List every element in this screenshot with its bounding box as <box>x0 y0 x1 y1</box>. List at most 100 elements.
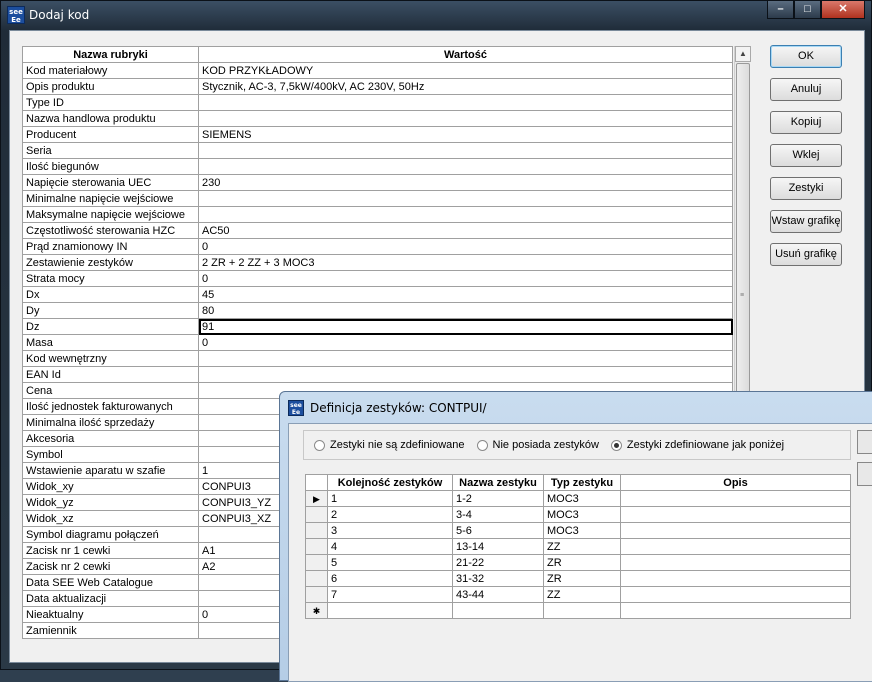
field-value[interactable] <box>198 350 733 367</box>
field-value[interactable] <box>198 142 733 159</box>
grid-row[interactable]: Minimalne napięcie wejściowe <box>22 190 733 207</box>
grid-row[interactable]: Prąd znamionowy IN 0 <box>22 238 733 255</box>
grid-row[interactable]: Ilość biegunów <box>22 158 733 175</box>
contact-order[interactable]: 1 <box>327 490 453 507</box>
row-indicator[interactable] <box>305 522 328 539</box>
contact-row[interactable]: 5 21-22 ZR <box>305 554 851 571</box>
grid-row[interactable]: Maksymalne napięcie wejściowe <box>22 206 733 223</box>
radio-not-defined[interactable]: Zestyki nie są zdefiniowane <box>314 439 465 451</box>
grid-row[interactable]: Kod materiałowy KOD PRZYKŁADOWY <box>22 62 733 79</box>
field-value[interactable]: 0 <box>198 334 733 351</box>
contact-description[interactable] <box>620 586 851 603</box>
contact-type[interactable]: MOC3 <box>543 522 621 539</box>
radio-defined-below[interactable]: Zestyki zdefiniowane jak poniżej <box>610 439 784 451</box>
contact-name[interactable]: 31-32 <box>452 570 544 587</box>
grid-row[interactable]: Opis produktu Stycznik, AC-3, 7,5kW/400kV… <box>22 78 733 95</box>
radio-no-contacts-dot[interactable] <box>476 439 488 451</box>
new-row-cell[interactable] <box>327 602 453 619</box>
contact-row[interactable]: 2 3-4 MOC3 <box>305 506 851 523</box>
new-row-cell[interactable] <box>543 602 621 619</box>
grid-row[interactable]: Producent SIEMENS <box>22 126 733 143</box>
current-row-icon[interactable]: ▶ <box>305 490 328 507</box>
contacts-button[interactable]: Zestyki <box>770 177 842 200</box>
header-contact-order[interactable]: Kolejność zestyków <box>327 474 453 491</box>
grid-row[interactable]: Type ID <box>22 94 733 111</box>
title-bar[interactable]: see Ee Dodaj kod – □ ✕ <box>1 1 871 29</box>
field-value[interactable]: 230 <box>198 174 733 191</box>
contact-type[interactable]: ZZ <box>543 586 621 603</box>
maximize-icon[interactable]: □ <box>794 1 821 19</box>
contact-description[interactable] <box>620 554 851 571</box>
field-value[interactable] <box>198 110 733 127</box>
ok-button[interactable]: OK <box>770 45 842 68</box>
remove-graphic-button[interactable]: Usuń grafikę <box>770 243 842 266</box>
contact-row[interactable]: 7 43-44 ZZ <box>305 586 851 603</box>
header-field-name[interactable]: Nazwa rubryki <box>22 46 199 63</box>
grid-row[interactable]: Nazwa handlowa produktu <box>22 110 733 127</box>
contact-row[interactable]: ▶ 1 1-2 MOC3 <box>305 490 851 507</box>
cancel-button[interactable]: Anuluj <box>770 78 842 101</box>
field-value[interactable] <box>198 206 733 223</box>
copy-button[interactable]: Kopiuj <box>770 111 842 134</box>
field-value[interactable] <box>198 94 733 111</box>
contact-description[interactable] <box>620 490 851 507</box>
radio-not-defined-dot[interactable] <box>314 439 325 451</box>
radio-no-contacts[interactable]: Nie posiada zestyków <box>476 439 599 451</box>
contact-description[interactable] <box>620 506 851 523</box>
grid-row[interactable]: Strata mocy 0 <box>22 270 733 287</box>
contact-name[interactable]: 3-4 <box>452 506 544 523</box>
field-value[interactable]: 91 <box>198 318 733 335</box>
contact-order[interactable]: 4 <box>327 538 453 555</box>
grid-row[interactable]: EAN Id <box>22 366 733 383</box>
contact-type[interactable]: ZR <box>543 570 621 587</box>
contact-type[interactable]: MOC3 <box>543 506 621 523</box>
scroll-up-icon[interactable]: ▲ <box>735 46 751 62</box>
contact-order[interactable]: 7 <box>327 586 453 603</box>
new-row-icon[interactable]: ✱ <box>305 602 328 619</box>
contact-row[interactable]: 3 5-6 MOC3 <box>305 522 851 539</box>
field-value[interactable]: Stycznik, AC-3, 7,5kW/400kV, AC 230V, 50… <box>198 78 733 95</box>
grid-row[interactable]: Częstotliwość sterowania HZC AC50 <box>22 222 733 239</box>
grid-row[interactable]: Kod wewnętrzny <box>22 350 733 367</box>
row-indicator[interactable] <box>305 570 328 587</box>
field-value[interactable]: 80 <box>198 302 733 319</box>
grid-row[interactable]: Dy 80 <box>22 302 733 319</box>
field-value[interactable]: 0 <box>198 238 733 255</box>
dialog-side-button-1[interactable] <box>857 430 872 454</box>
field-value[interactable]: 45 <box>198 286 733 303</box>
grid-row[interactable]: Masa 0 <box>22 334 733 351</box>
paste-button[interactable]: Wklej <box>770 144 842 167</box>
contact-description[interactable] <box>620 538 851 555</box>
field-value[interactable]: SIEMENS <box>198 126 733 143</box>
field-value[interactable] <box>198 366 733 383</box>
grid-row[interactable]: Zestawienie zestyków 2 ZR + 2 ZZ + 3 MOC3 <box>22 254 733 271</box>
contact-type[interactable]: ZZ <box>543 538 621 555</box>
contact-type[interactable]: ZR <box>543 554 621 571</box>
grid-row[interactable]: Dx 45 <box>22 286 733 303</box>
new-row-cell[interactable] <box>620 602 851 619</box>
row-indicator[interactable] <box>305 586 328 603</box>
new-contact-row[interactable]: ✱ <box>305 602 851 619</box>
minimize-icon[interactable]: – <box>767 1 794 19</box>
row-indicator[interactable] <box>305 538 328 555</box>
grid-row[interactable]: Dz 91 <box>22 318 733 335</box>
contact-name[interactable]: 1-2 <box>452 490 544 507</box>
contact-order[interactable]: 2 <box>327 506 453 523</box>
grid-row[interactable]: Seria <box>22 142 733 159</box>
header-contact-name[interactable]: Nazwa zestyku <box>452 474 544 491</box>
contact-name[interactable]: 13-14 <box>452 538 544 555</box>
field-value[interactable]: 0 <box>198 270 733 287</box>
dialog-side-button-2[interactable] <box>857 462 872 486</box>
field-value[interactable] <box>198 190 733 207</box>
header-value[interactable]: Wartość <box>198 46 733 63</box>
contact-row[interactable]: 6 31-32 ZR <box>305 570 851 587</box>
field-value[interactable]: AC50 <box>198 222 733 239</box>
contact-order[interactable]: 3 <box>327 522 453 539</box>
contact-name[interactable]: 5-6 <box>452 522 544 539</box>
row-indicator[interactable] <box>305 554 328 571</box>
contact-order[interactable]: 6 <box>327 570 453 587</box>
new-row-cell[interactable] <box>452 602 544 619</box>
field-value[interactable]: KOD PRZYKŁADOWY <box>198 62 733 79</box>
field-value[interactable] <box>198 158 733 175</box>
header-contact-type[interactable]: Typ zestyku <box>543 474 621 491</box>
